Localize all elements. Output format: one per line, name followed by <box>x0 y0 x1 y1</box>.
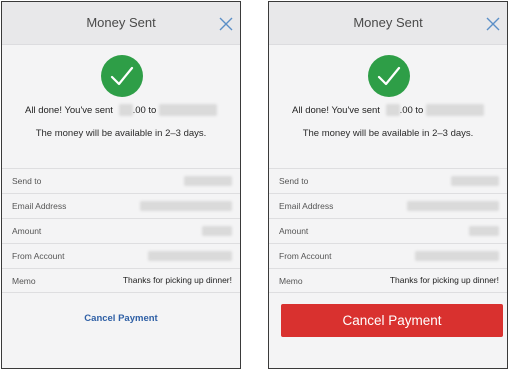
detail-row-amount: Amount <box>269 218 507 243</box>
detail-label: Memo <box>279 276 303 286</box>
confirmation-to: to <box>415 105 424 116</box>
detail-row-memo: Memo Thanks for picking up dinner! <box>269 268 507 293</box>
amount-cents: .00 <box>132 105 146 116</box>
redacted-value <box>202 226 232 236</box>
redacted-value <box>451 176 499 186</box>
details-list: Send to Email Address Amount From Accoun… <box>269 168 507 293</box>
detail-row-email: Email Address <box>269 193 507 218</box>
page-title: Money Sent <box>86 15 156 30</box>
availability-message: The money will be available in 2–3 days. <box>35 128 207 139</box>
checkmark-circle-icon <box>368 55 410 97</box>
detail-label: Amount <box>279 226 309 236</box>
detail-label: Memo <box>12 276 36 286</box>
confirmation-prefix: All done! You've sent <box>292 105 380 116</box>
detail-label: Email Address <box>279 201 334 211</box>
close-icon[interactable] <box>485 16 501 32</box>
redacted-value <box>148 251 232 261</box>
detail-row-email: Email Address <box>2 193 240 218</box>
close-icon[interactable] <box>218 16 234 32</box>
confirmation-to: to <box>148 105 157 116</box>
detail-row-send-to: Send to <box>269 168 507 193</box>
checkmark-circle-icon <box>101 55 143 97</box>
detail-label: From Account <box>12 251 65 261</box>
detail-row-memo: Memo Thanks for picking up dinner! <box>2 268 240 293</box>
cancel-payment-button[interactable]: Cancel Payment <box>281 304 503 337</box>
redacted-value <box>140 201 232 211</box>
detail-label: From Account <box>279 251 332 261</box>
header-bar: Money Sent <box>269 2 507 45</box>
detail-row-from-account: From Account <box>269 243 507 268</box>
cancel-payment-link[interactable]: Cancel Payment <box>2 313 240 324</box>
availability-message: The money will be available in 2–3 days. <box>302 128 474 139</box>
redacted-amount <box>385 104 400 117</box>
memo-value: Thanks for picking up dinner! <box>389 275 499 285</box>
header-bar: Money Sent <box>2 2 240 45</box>
confirmation-prefix: All done! You've sent <box>25 105 113 116</box>
redacted-value <box>184 176 232 186</box>
detail-row-send-to: Send to <box>2 168 240 193</box>
detail-row-amount: Amount <box>2 218 240 243</box>
redacted-value <box>415 251 499 261</box>
redacted-value <box>407 201 499 211</box>
detail-label: Send to <box>279 176 309 186</box>
detail-label: Send to <box>12 176 42 186</box>
redacted-recipient <box>426 104 484 117</box>
redacted-recipient <box>159 104 217 117</box>
details-list: Send to Email Address Amount From Accoun… <box>2 168 240 293</box>
confirmation-message: All done! You've sent .00 to <box>2 103 240 119</box>
memo-value: Thanks for picking up dinner! <box>122 275 232 285</box>
confirmation-message: All done! You've sent .00 to <box>269 103 507 119</box>
detail-label: Amount <box>12 226 42 236</box>
detail-label: Email Address <box>12 201 67 211</box>
money-sent-panel-link-variant: Money Sent All done! You've sent .00 to … <box>1 1 241 369</box>
amount-cents: .00 <box>399 105 413 116</box>
redacted-amount <box>118 104 133 117</box>
detail-row-from-account: From Account <box>2 243 240 268</box>
money-sent-panel-button-variant: Money Sent All done! You've sent .00 to … <box>268 1 508 369</box>
page-title: Money Sent <box>353 15 423 30</box>
redacted-value <box>469 226 499 236</box>
